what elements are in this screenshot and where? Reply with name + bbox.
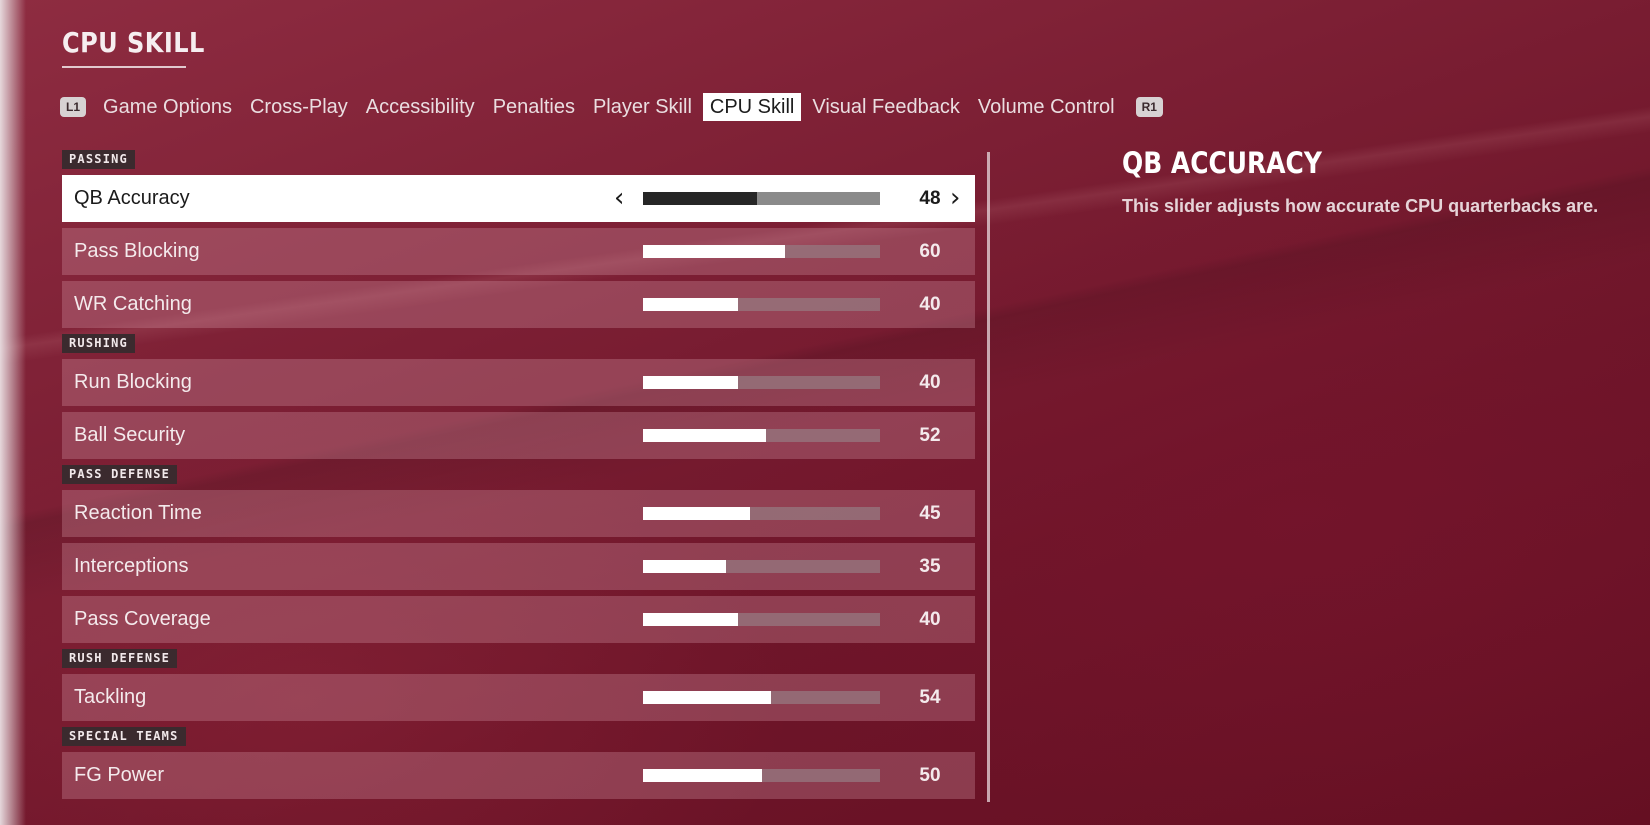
- setting-row-tackling[interactable]: Tackling 54: [62, 674, 975, 721]
- setting-label: Reaction Time: [74, 502, 202, 524]
- slider-track[interactable]: [643, 245, 880, 258]
- tab-volume-control[interactable]: Volume Control: [971, 93, 1122, 121]
- slider-track[interactable]: [643, 192, 880, 205]
- section-label-passing: PASSING: [62, 150, 135, 169]
- setting-value: 40: [919, 372, 941, 393]
- tab-visual-feedback[interactable]: Visual Feedback: [805, 93, 967, 121]
- increase-arrow-icon[interactable]: ›: [950, 175, 960, 222]
- setting-row-qb-accuracy[interactable]: QB Accuracy ‹ 48 ›: [62, 175, 975, 222]
- slider-fill: [643, 613, 738, 626]
- tab-game-options[interactable]: Game Options: [96, 93, 239, 121]
- setting-label: Pass Coverage: [74, 608, 211, 630]
- slider-fill: [643, 192, 757, 205]
- setting-row-pass-coverage[interactable]: Pass Coverage 40: [62, 596, 975, 643]
- slider-track[interactable]: [643, 298, 880, 311]
- setting-value: 50: [919, 765, 941, 786]
- detail-description: This slider adjusts how accurate CPU qua…: [1122, 196, 1599, 216]
- slider-track[interactable]: [643, 613, 880, 626]
- setting-label: FG Power: [74, 764, 165, 786]
- setting-row-pass-blocking[interactable]: Pass Blocking 60: [62, 228, 975, 275]
- setting-value: 54: [919, 687, 941, 708]
- list-scrollbar[interactable]: [987, 152, 990, 802]
- setting-label: Pass Blocking: [74, 240, 200, 262]
- slider-fill: [643, 245, 786, 258]
- slider-fill: [643, 769, 762, 782]
- setting-label: Ball Security: [74, 424, 186, 446]
- setting-row-reaction-time[interactable]: Reaction Time 45: [62, 490, 975, 537]
- l1-bumper-icon[interactable]: L1: [60, 97, 87, 117]
- setting-value: 35: [919, 556, 941, 577]
- setting-value: 60: [919, 241, 941, 262]
- setting-row-interceptions[interactable]: Interceptions 35: [62, 543, 975, 590]
- tab-cpu-skill[interactable]: CPU Skill: [702, 93, 802, 121]
- setting-label: Run Blocking: [74, 371, 192, 393]
- setting-value: 45: [919, 503, 941, 524]
- section-label-rushing: RUSHING: [62, 334, 135, 353]
- settings-list: PASSING QB Accuracy ‹ 48 › Pass Blocking…: [62, 150, 975, 805]
- slider-track[interactable]: [643, 560, 880, 573]
- setting-value: 40: [919, 294, 941, 315]
- setting-row-wr-catching[interactable]: WR Catching 40: [62, 281, 975, 328]
- slider-fill: [643, 376, 738, 389]
- r1-bumper-icon[interactable]: R1: [1135, 97, 1163, 117]
- tab-accessibility[interactable]: Accessibility: [359, 93, 482, 121]
- setting-value: 40: [919, 609, 941, 630]
- decrease-arrow-icon[interactable]: ‹: [614, 175, 624, 222]
- setting-row-fg-power[interactable]: FG Power 50: [62, 752, 975, 799]
- tab-player-skill[interactable]: Player Skill: [586, 93, 699, 121]
- section-label-special-teams: SPECIAL TEAMS: [62, 727, 186, 746]
- slider-track[interactable]: [643, 769, 880, 782]
- slider-track[interactable]: [643, 429, 880, 442]
- page-title: CPU SKILL: [62, 26, 205, 59]
- slider-track[interactable]: [643, 691, 880, 704]
- slider-fill: [643, 298, 738, 311]
- slider-fill: [643, 691, 771, 704]
- slider-fill: [643, 507, 750, 520]
- slider-track[interactable]: [643, 507, 880, 520]
- setting-label: Tackling: [74, 686, 147, 708]
- slider-fill: [643, 560, 726, 573]
- setting-value: 48: [919, 188, 941, 209]
- tab-cross-play[interactable]: Cross-Play: [243, 93, 355, 121]
- setting-label: Interceptions: [74, 555, 189, 577]
- section-label-pass-defense: PASS DEFENSE: [62, 465, 178, 484]
- torn-paper-edge: [0, 0, 26, 825]
- setting-label: WR Catching: [74, 293, 192, 315]
- setting-label: QB Accuracy: [74, 187, 190, 209]
- slider-fill: [643, 429, 767, 442]
- tab-bar: L1 Game Options Cross-Play Accessibility…: [60, 92, 1163, 122]
- setting-row-ball-security[interactable]: Ball Security 52: [62, 412, 975, 459]
- tab-penalties[interactable]: Penalties: [486, 93, 582, 121]
- setting-row-run-blocking[interactable]: Run Blocking 40: [62, 359, 975, 406]
- title-underline: [62, 66, 186, 68]
- slider-track[interactable]: [643, 376, 880, 389]
- detail-title: QB ACCURACY: [1122, 146, 1322, 180]
- section-label-rush-defense: RUSH DEFENSE: [62, 649, 178, 668]
- setting-value: 52: [919, 425, 941, 446]
